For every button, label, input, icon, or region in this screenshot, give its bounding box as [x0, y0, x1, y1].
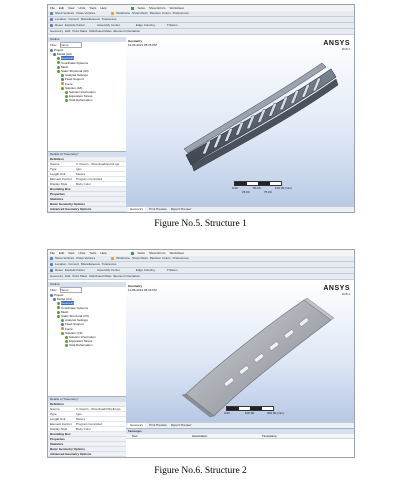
random-colors-button[interactable]: Random Colors	[150, 11, 171, 16]
toolbar-row-5: Geometry Edit Point Mass Distributed Mas…	[48, 29, 354, 35]
scale-label-100: 100.00	[245, 411, 255, 415]
outline-pane: Outline Filter: Name Project Model (A4) …	[48, 37, 127, 212]
scale-bar: 0.00 100.00 200.00 (mm)	[224, 406, 284, 415]
point-mass-button[interactable]: Point Mass	[72, 29, 87, 34]
figure-caption-2: Figure No.6. Structure 2	[154, 466, 247, 476]
column-text[interactable]: Text	[126, 434, 192, 438]
plate-upper-edge	[183, 62, 327, 154]
assembly-center-select[interactable]: Assembly Center	[97, 23, 120, 28]
menu-help[interactable]: Help	[100, 5, 106, 11]
distributed-mass-button[interactable]: Distributed Mass	[89, 29, 111, 34]
tree-item-total-deformation[interactable]: Total Deformation	[48, 98, 126, 102]
edit-button[interactable]: Edit	[65, 29, 70, 34]
thicken-button[interactable]: Thicken	[167, 268, 178, 273]
preferences-button[interactable]: Preferences	[173, 256, 189, 261]
close-vertices-button[interactable]: Close Vertices	[76, 256, 95, 261]
wireframe-icon	[111, 12, 115, 15]
scale-label-0: 0.00	[224, 411, 230, 415]
scale-bar: 0.00 50.00 100.00 (mm) 25.00 75.00	[232, 181, 292, 194]
miscellaneous-menu[interactable]: Miscellaneous	[81, 262, 100, 267]
scale-labels-top: 0.00 100.00 200.00 (mm)	[224, 411, 284, 415]
show-mesh-button[interactable]: Show Mesh	[132, 11, 148, 16]
distributed-mass-button[interactable]: Distributed Mass	[89, 274, 111, 279]
messages-header-row: Text Association Timestamp	[126, 434, 354, 439]
vertices-icon	[50, 257, 53, 260]
edge-coloring-menu[interactable]: Edge Coloring	[136, 23, 155, 28]
wireframe-icon	[111, 257, 115, 260]
viewport-tabs: Geometry Print Preview Report Preview	[126, 206, 354, 212]
main-area: Outline Filter: Name Project Model (C4) …	[48, 282, 354, 457]
mechanical-window-structure-2: File Edit View Units Tools Help Solve Sh…	[47, 249, 355, 458]
tab-geometry[interactable]: Geometry	[128, 207, 146, 212]
thicken-button[interactable]: Thicken	[167, 23, 178, 28]
details-pane: Details of "Geometry" Definition Source C…	[48, 396, 126, 457]
edit-button[interactable]: Edit	[65, 274, 70, 279]
assembly-center-select[interactable]: Assembly Center	[97, 268, 120, 273]
location-icon	[50, 18, 53, 21]
solve-icon[interactable]	[130, 251, 134, 255]
outline-tree: Project Model (A4) Geometry Coordinate S…	[48, 48, 126, 103]
tolerances-menu[interactable]: Tolerances	[102, 17, 117, 22]
close-vertices-button[interactable]: Close Vertices	[76, 11, 95, 16]
total-deformation-icon	[65, 99, 68, 103]
solve-icon[interactable]	[130, 6, 134, 10]
random-colors-button[interactable]: Random Colors	[150, 256, 171, 261]
vertices-icon	[50, 12, 53, 15]
tab-report-preview[interactable]: Report Preview	[171, 207, 192, 212]
scale-labels-bottom: 25.00 75.00	[234, 190, 282, 194]
main-area: Outline Filter: Name Project Model (A4) …	[48, 37, 354, 212]
reset-icon	[50, 24, 53, 27]
wireframe-button[interactable]: Wireframe	[116, 11, 130, 16]
section-advanced-geometry-options[interactable]: Advanced Geometry Options	[48, 452, 126, 457]
reset-button[interactable]: Reset	[55, 23, 63, 28]
point-mass-button[interactable]: Point Mass	[72, 274, 87, 279]
tree-item-total-deformation[interactable]: Total Deformation	[48, 343, 126, 347]
geometry-context-label: Geometry	[50, 274, 64, 278]
location-icon	[50, 263, 53, 266]
preferences-button[interactable]: Preferences	[173, 11, 189, 16]
scale-label-75: 75.00	[264, 190, 272, 194]
location-menu[interactable]: Location	[55, 17, 66, 22]
show-vertices-button[interactable]: Show Vertices	[55, 11, 74, 16]
tab-print-preview[interactable]: Print Preview	[149, 207, 167, 212]
tolerances-menu[interactable]: Tolerances	[102, 262, 117, 267]
scale-label-200: 200.00 (mm)	[267, 411, 285, 415]
mechanical-window-structure-1: File Edit View Units Tools Help Solve Sh…	[47, 4, 355, 213]
graphics-viewport[interactable]: Geometry 11-05-2021 05:16 PM ANSYS R18.1	[126, 282, 354, 422]
geometry-context-label: Geometry	[50, 29, 64, 33]
figure-caption-1: Figure No.5. Structure 1	[154, 219, 247, 229]
details-pane: Details of "Geometry" Definition Source C…	[48, 151, 126, 212]
section-advanced-geometry-options[interactable]: Advanced Geometry Options	[48, 207, 126, 212]
element-orientation-button[interactable]: Element Orientation	[114, 274, 141, 279]
messages-pane: Messages Text Association Timestamp	[126, 428, 354, 457]
reset-icon	[50, 269, 53, 272]
column-association[interactable]: Association	[192, 434, 262, 438]
outline-tree: Project Model (C4) Geometry Coordinate S…	[48, 293, 126, 348]
toolbar-row-5: Geometry Edit Point Mass Distributed Mas…	[48, 274, 354, 280]
menu-help[interactable]: Help	[100, 250, 106, 256]
plate-lower-flange	[191, 78, 339, 172]
reset-button[interactable]: Reset	[55, 268, 63, 273]
scale-label-25: 25.00	[242, 190, 250, 194]
location-menu[interactable]: Location	[55, 262, 66, 267]
convert-menu[interactable]: Convert	[68, 262, 79, 267]
explode-factor-slider[interactable]: Explode Factor	[65, 23, 85, 28]
outline-pane: Outline Filter: Name Project Model (C4) …	[48, 282, 127, 457]
show-vertices-button[interactable]: Show Vertices	[55, 256, 74, 261]
wireframe-button[interactable]: Wireframe	[116, 256, 130, 261]
miscellaneous-menu[interactable]: Miscellaneous	[81, 17, 100, 22]
structure-1-model	[183, 62, 339, 172]
total-deformation-icon	[65, 344, 68, 348]
explode-factor-slider[interactable]: Explode Factor	[65, 268, 85, 273]
structure-2-model	[181, 297, 335, 417]
convert-menu[interactable]: Convert	[68, 17, 79, 22]
show-mesh-button[interactable]: Show Mesh	[132, 256, 148, 261]
graphics-viewport[interactable]: Geometry 11-05-2021 05:15 PM ANSYS R18.1	[126, 37, 354, 212]
element-orientation-button[interactable]: Element Orientation	[114, 29, 141, 34]
edge-coloring-menu[interactable]: Edge Coloring	[136, 268, 155, 273]
column-timestamp[interactable]: Timestamp	[262, 434, 322, 438]
